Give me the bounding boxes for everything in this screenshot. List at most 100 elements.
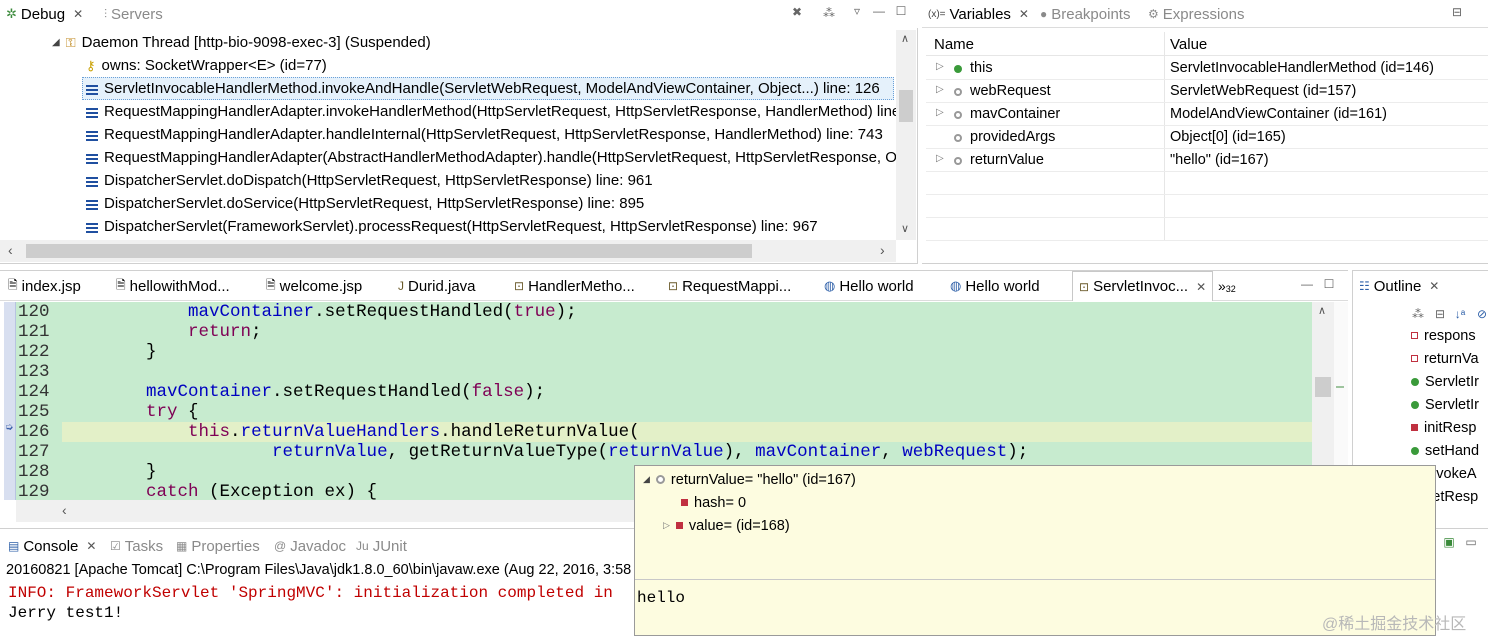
code-line: return; bbox=[188, 322, 262, 342]
stack-frame-row[interactable]: DispatcherServlet(FrameworkServlet).proc… bbox=[86, 215, 818, 238]
outline-item[interactable]: respons bbox=[1411, 324, 1476, 347]
scroll-thumb[interactable] bbox=[1315, 377, 1331, 397]
expand-arrow-icon[interactable]: ▷ bbox=[663, 520, 670, 531]
tab-tasks[interactable]: ☑ Tasks bbox=[110, 532, 163, 560]
outline-item[interactable]: initResp bbox=[1411, 416, 1476, 439]
tab-outline[interactable]: ☷ Outline ✕ bbox=[1359, 271, 1439, 301]
scroll-down-icon[interactable]: ∨ bbox=[901, 222, 909, 235]
expand-arrow-icon[interactable]: ▷ bbox=[936, 107, 944, 118]
expand-arrow-icon[interactable]: ▷ bbox=[936, 153, 944, 164]
editor-tab[interactable]: 🗎 hellowithMod... bbox=[116, 271, 230, 301]
stack-frame-row[interactable]: ServletInvocableHandlerMethod.invokeAndH… bbox=[86, 77, 880, 100]
local-variable-icon bbox=[954, 111, 962, 119]
column-value-header[interactable]: Value bbox=[1170, 36, 1207, 53]
hover-tree-child[interactable]: hash= 0 bbox=[681, 491, 746, 514]
tab-debug[interactable]: ✲ Debug ✕ bbox=[6, 0, 83, 28]
maximize-icon[interactable]: ☐ bbox=[1322, 277, 1336, 291]
line-number: 127 bbox=[18, 442, 50, 462]
outline-item[interactable]: ServletIr bbox=[1411, 370, 1479, 393]
outline-item[interactable]: setHand bbox=[1411, 439, 1479, 462]
scroll-up-icon[interactable]: ∧ bbox=[1318, 304, 1326, 317]
breakpoint-ruler[interactable]: ➭ bbox=[4, 302, 16, 500]
local-variable-icon bbox=[954, 157, 962, 165]
collapse-all-icon[interactable]: ⊟ bbox=[1433, 307, 1447, 321]
line-number: 124 bbox=[18, 382, 50, 402]
variable-row[interactable]: ▷ mavContainer ModelAndViewContainer (id… bbox=[926, 103, 1488, 126]
close-icon[interactable]: ✕ bbox=[73, 7, 83, 21]
variable-row[interactable]: providedArgs Object[0] (id=165) bbox=[926, 126, 1488, 149]
minimize-icon[interactable]: — bbox=[1300, 277, 1314, 291]
tab-servers[interactable]: ⫶ Servers bbox=[104, 0, 163, 28]
servers-icon: ⫶ bbox=[104, 6, 108, 21]
owns-row[interactable]: ⚷ owns: SocketWrapper<E> (id=77) bbox=[86, 54, 327, 77]
collapse-all-icon[interactable]: ⊟ bbox=[1450, 5, 1464, 19]
stack-frame-row[interactable]: DispatcherServlet.doService(HttpServletR… bbox=[86, 192, 644, 215]
tab-overflow-button[interactable]: » 32 bbox=[1218, 271, 1236, 301]
editor-tab-active[interactable]: ⊡ ServletInvoc... ✕ bbox=[1072, 271, 1214, 301]
scroll-left-icon[interactable]: ‹ bbox=[62, 502, 67, 518]
outline-item[interactable]: ServletIr bbox=[1411, 393, 1479, 416]
outline-item[interactable]: returnVa bbox=[1411, 347, 1479, 370]
variable-row[interactable]: ▷ this ServletInvocableHandlerMethod (id… bbox=[926, 57, 1488, 80]
stack-frame-row[interactable]: RequestMappingHandlerAdapter.handleInter… bbox=[86, 123, 883, 146]
tab-javadoc[interactable]: @ Javadoc bbox=[274, 532, 346, 560]
scroll-thumb[interactable] bbox=[899, 90, 913, 122]
scroll-thumb[interactable] bbox=[26, 244, 752, 258]
sort-icon[interactable]: ↓ᵃ bbox=[1453, 307, 1467, 321]
local-variable-icon bbox=[954, 88, 962, 96]
editor-tab[interactable]: ⊡ RequestMappi... bbox=[668, 271, 791, 301]
tab-junit[interactable]: Ju JUnit bbox=[356, 532, 407, 560]
column-name-header[interactable]: Name bbox=[934, 36, 974, 53]
hover-tree-child[interactable]: ▷ value= (id=168) bbox=[663, 514, 790, 537]
view-options-icon[interactable]: ⁂ bbox=[822, 6, 836, 20]
class-file-icon: ⊡ bbox=[668, 279, 679, 293]
scroll-left-icon[interactable]: ‹ bbox=[8, 242, 13, 258]
close-icon[interactable]: ✕ bbox=[1429, 279, 1439, 293]
collapse-arrow-icon[interactable]: ◢ bbox=[643, 474, 650, 485]
editor-tab[interactable]: 🗎 welcome.jsp bbox=[266, 271, 362, 301]
hide-static-icon[interactable]: ⊘ bbox=[1475, 307, 1488, 321]
editor-tab[interactable]: J Durid.java bbox=[398, 271, 476, 301]
tab-expressions[interactable]: ⚙ Expressions bbox=[1148, 0, 1244, 28]
collapse-arrow-icon[interactable]: ◢ bbox=[52, 37, 60, 48]
tab-variables[interactable]: (x)= Variables ✕ bbox=[928, 0, 1029, 28]
empty-row bbox=[926, 172, 1488, 195]
editor-tab[interactable]: 🗎 index.jsp bbox=[8, 271, 81, 301]
minimize-icon[interactable]: — bbox=[872, 4, 886, 18]
tab-breakpoints[interactable]: ● Breakpoints bbox=[1040, 0, 1130, 28]
editor-tab[interactable]: ◍ Hello world bbox=[950, 271, 1040, 301]
popup-divider[interactable] bbox=[635, 579, 1435, 580]
close-icon[interactable]: ✕ bbox=[86, 539, 96, 553]
maximize-icon[interactable]: ☐ bbox=[894, 4, 908, 18]
variables-icon: (x)= bbox=[928, 8, 946, 20]
outline-icon: ☷ bbox=[1359, 279, 1370, 293]
scroll-up-icon[interactable]: ∧ bbox=[901, 32, 909, 45]
hide-fields-icon[interactable]: ⁂ bbox=[1411, 307, 1425, 321]
close-icon[interactable]: ✕ bbox=[1019, 7, 1029, 21]
editor-tab[interactable]: ⊡ HandlerMetho... bbox=[514, 271, 635, 301]
jsp-file-icon: 🗎 bbox=[116, 277, 126, 292]
stack-frame-row[interactable]: RequestMappingHandlerAdapter.invokeHandl… bbox=[86, 100, 896, 123]
expand-arrow-icon[interactable]: ▷ bbox=[936, 61, 944, 72]
remove-terminated-icon[interactable]: ✖ bbox=[790, 5, 804, 19]
display-console-icon[interactable]: ▭ bbox=[1464, 535, 1478, 549]
scroll-right-icon[interactable]: › bbox=[880, 242, 885, 258]
hover-tree-root[interactable]: ◢ returnValue= "hello" (id=167) bbox=[643, 468, 856, 491]
view-menu-icon[interactable]: ▿ bbox=[850, 4, 864, 18]
stack-frame-row[interactable]: DispatcherServlet.doDispatch(HttpServlet… bbox=[86, 169, 653, 192]
stack-frame-row[interactable]: RequestMappingHandlerAdapter(AbstractHan… bbox=[86, 146, 896, 169]
constructor-icon bbox=[1411, 400, 1419, 409]
expand-arrow-icon[interactable]: ▷ bbox=[936, 84, 944, 95]
pin-console-icon[interactable]: ▣ bbox=[1442, 535, 1456, 549]
variable-row[interactable]: ▷ webRequest ServletWebRequest (id=157) bbox=[926, 80, 1488, 103]
debug-vscrollbar[interactable]: ∧ ∨ bbox=[896, 30, 916, 240]
thread-row[interactable]: ◢ ⚿ Daemon Thread [http-bio-9098-exec-3]… bbox=[52, 31, 431, 54]
close-icon[interactable]: ✕ bbox=[1196, 280, 1206, 294]
tab-console[interactable]: ▤ Console ✕ bbox=[8, 532, 96, 560]
stack-frame-icon bbox=[86, 221, 98, 233]
editor-tab[interactable]: ◍ Hello world bbox=[824, 271, 914, 301]
variable-row[interactable]: ▷ returnValue "hello" (id=167) bbox=[926, 149, 1488, 172]
public-method-icon bbox=[1411, 446, 1419, 455]
tab-properties[interactable]: ▦ Properties bbox=[176, 532, 260, 560]
debug-hscrollbar[interactable]: ‹ › bbox=[0, 240, 896, 262]
